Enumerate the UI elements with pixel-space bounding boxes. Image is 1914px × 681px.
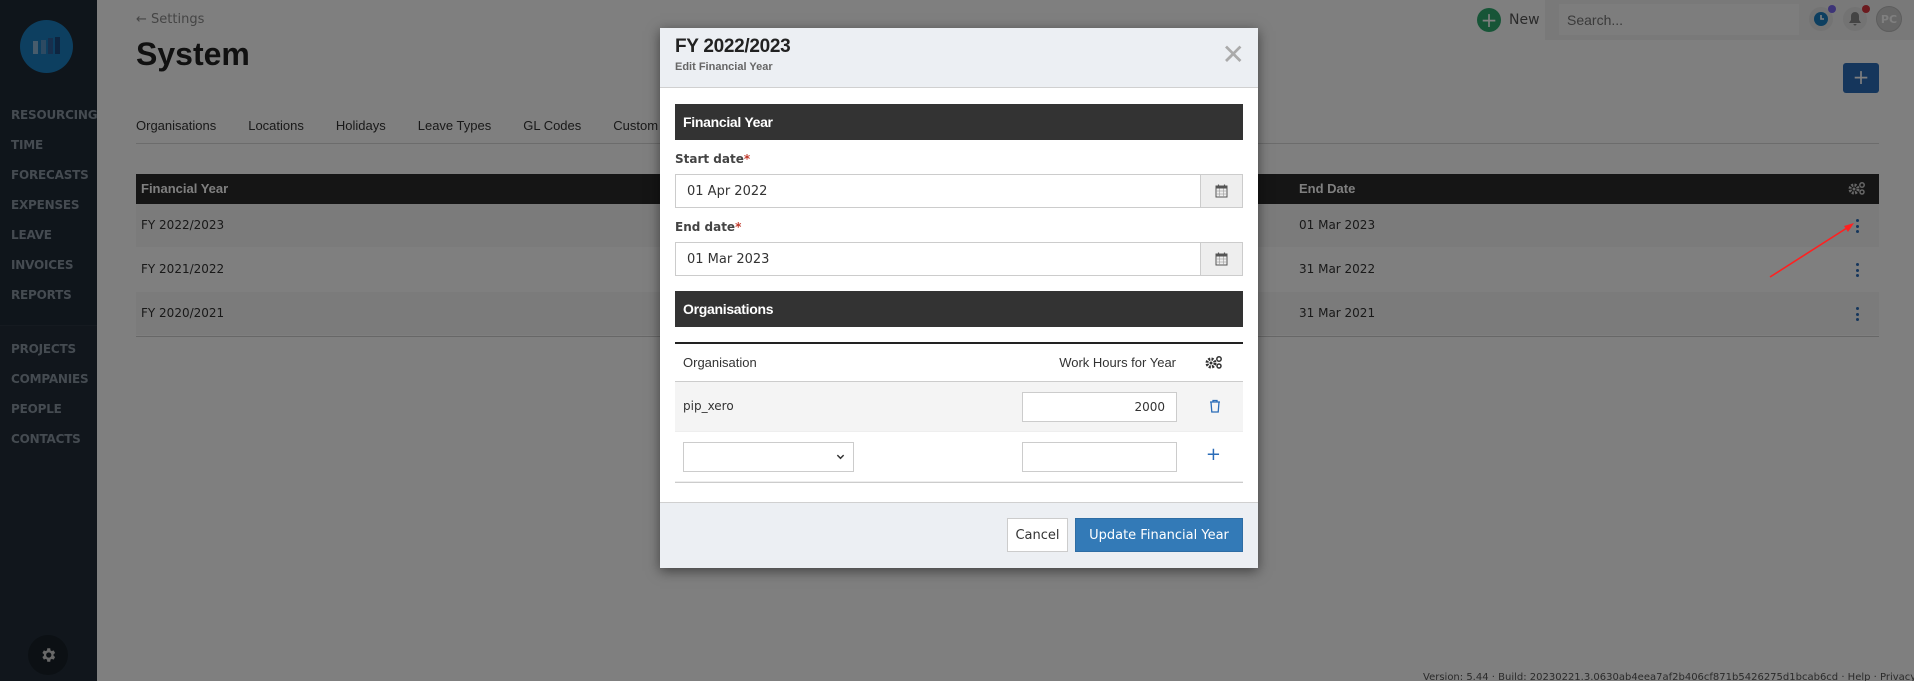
end-date-calendar-button[interactable]: [1200, 243, 1242, 275]
modal-footer: Cancel Update Financial Year: [660, 502, 1258, 568]
section-header-financial-year: Financial Year: [675, 104, 1243, 140]
modal-header: FY 2022/2023 Edit Financial Year ✕: [660, 28, 1258, 88]
calendar-icon: [1215, 184, 1228, 198]
org-table-header: Organisation Work Hours for Year: [675, 344, 1243, 382]
org-table-divider: [675, 482, 1243, 483]
organisations-table: Organisation Work Hours for Year pip_xer…: [675, 342, 1243, 483]
annotation-arrow-icon: [1769, 223, 1854, 278]
trash-icon[interactable]: [1209, 398, 1221, 417]
cogs-icon: [1205, 355, 1223, 372]
modal-body: Financial Year Start date* End dat: [675, 104, 1243, 483]
start-date-label: Start date*: [675, 152, 1243, 167]
column-header-work-hours: Work Hours for Year: [1059, 355, 1176, 370]
close-icon[interactable]: ✕: [1222, 41, 1245, 69]
modal-subtitle: Edit Financial Year: [675, 61, 773, 73]
organisation-select[interactable]: [683, 442, 854, 472]
start-date-input[interactable]: [676, 175, 1200, 207]
end-date-input[interactable]: [676, 243, 1200, 275]
start-date-calendar-button[interactable]: [1200, 175, 1242, 207]
column-header-organisation: Organisation: [683, 355, 757, 370]
edit-financial-year-modal: FY 2022/2023 Edit Financial Year ✕ Finan…: [660, 28, 1258, 568]
modal-title: FY 2022/2023: [675, 36, 791, 57]
start-date-label-text: Start date: [675, 152, 744, 166]
add-organisation-plus-icon[interactable]: +: [1206, 444, 1221, 465]
end-date-label: End date*: [675, 220, 1243, 235]
calendar-icon: [1215, 252, 1228, 266]
end-date-field: [675, 242, 1243, 276]
cancel-button[interactable]: Cancel: [1007, 518, 1068, 552]
required-marker: *: [735, 220, 742, 234]
update-financial-year-button[interactable]: Update Financial Year: [1075, 518, 1243, 552]
end-date-label-text: End date: [675, 220, 736, 234]
new-work-hours-input[interactable]: [1022, 442, 1177, 472]
org-name: pip_xero: [683, 399, 734, 413]
required-marker: *: [743, 152, 751, 166]
org-new-row: +: [675, 432, 1243, 482]
org-table-row: pip_xero: [675, 382, 1243, 432]
work-hours-input[interactable]: [1022, 392, 1177, 422]
start-date-field: [675, 174, 1243, 208]
chevron-down-icon: [836, 454, 845, 460]
section-header-organisations: Organisations: [675, 291, 1243, 327]
